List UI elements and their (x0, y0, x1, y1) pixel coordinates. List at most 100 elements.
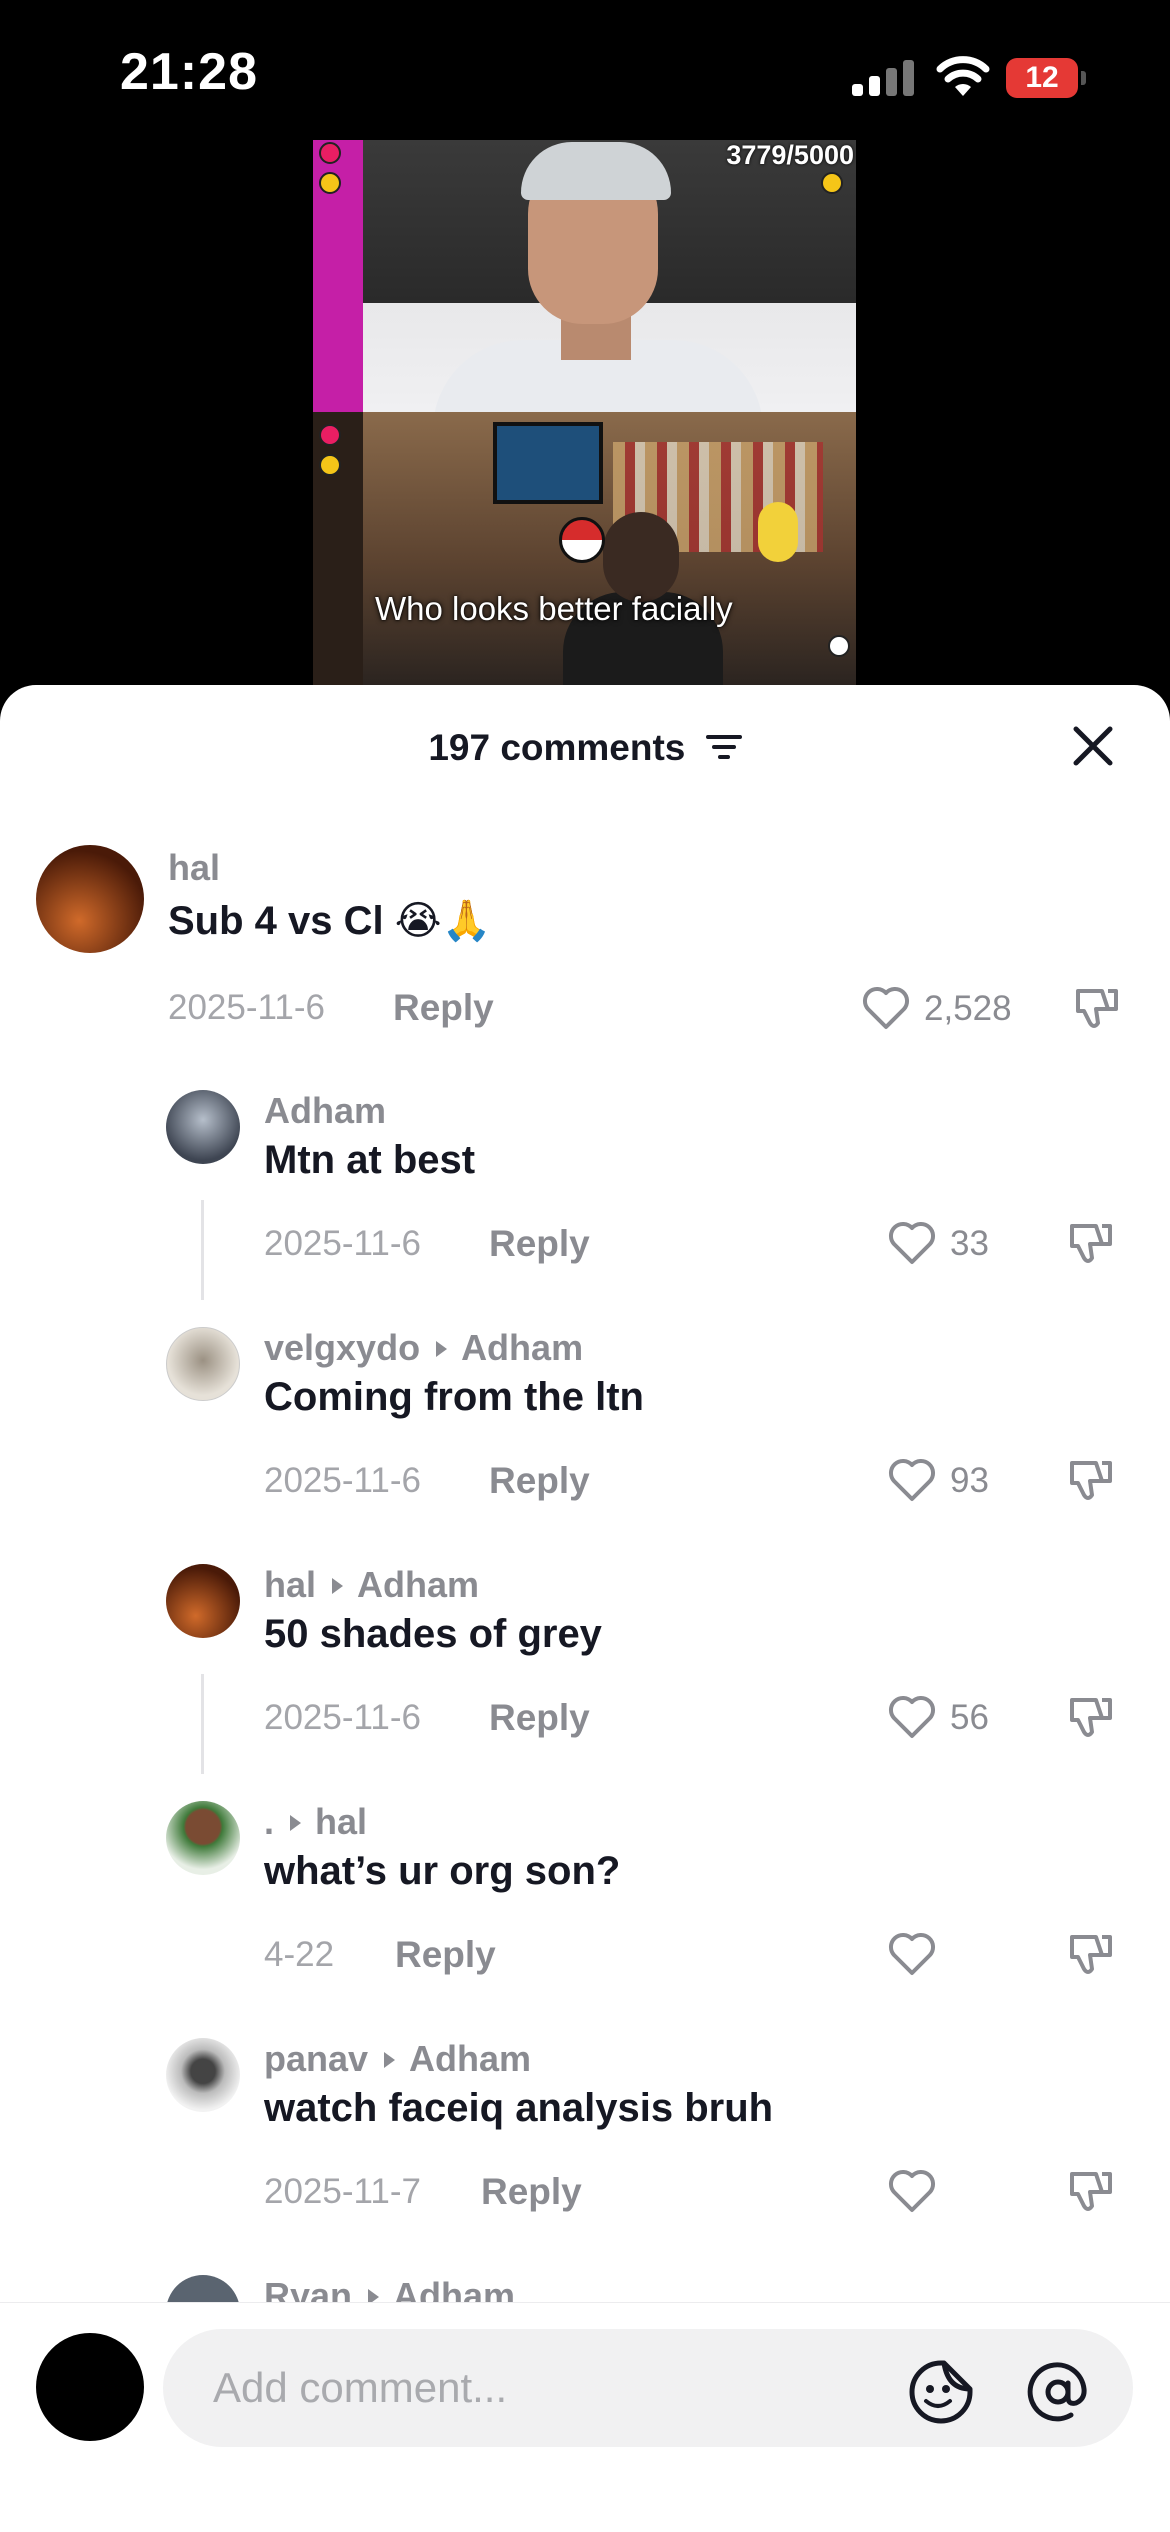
close-icon[interactable] (1068, 721, 1118, 771)
avatar[interactable] (166, 2038, 240, 2112)
sticker-icon[interactable] (908, 2359, 974, 2425)
heart-icon (888, 1221, 936, 1264)
vote-counter: 3779/5000 (726, 140, 854, 170)
vote-badge-icon (319, 172, 341, 194)
sheet-header: 197 comments (0, 685, 1170, 805)
reply-button[interactable]: Reply (489, 1697, 590, 1739)
comment-emoji: 😭🙏 (394, 898, 492, 944)
like-count: 33 (950, 1224, 989, 1263)
reply-author[interactable]: panav (264, 2038, 368, 2079)
heart-icon (862, 986, 910, 1029)
comment-username[interactable]: velgxydo Adham (264, 1327, 583, 1369)
like-button[interactable]: 56 (886, 1692, 1026, 1742)
reply-author[interactable]: Ryan (264, 2275, 352, 2302)
reply-button[interactable]: Reply (481, 2171, 582, 2213)
thread-line (201, 1674, 204, 1774)
reply-target[interactable]: Adham (409, 2038, 531, 2079)
reply-author[interactable]: . (264, 1801, 274, 1842)
avatar[interactable] (166, 2275, 240, 2302)
reply-target[interactable]: Adham (357, 1564, 479, 1605)
reply-target[interactable]: hal (315, 1801, 367, 1842)
thumbs-down-icon[interactable] (1066, 2166, 1118, 2218)
comments-sheet: 197 comments hal Sub 4 vs Cl 😭🙏 2025-11-… (0, 685, 1170, 2532)
comment-text: watch faceiq analysis bruh (264, 2086, 774, 2130)
video-player[interactable]: 3779/5000 Who looks better facially (313, 140, 856, 685)
comment-input[interactable] (213, 2329, 913, 2447)
reply-arrow-icon (436, 1340, 448, 1357)
filter-icon[interactable] (705, 733, 742, 761)
reply-target[interactable]: Adham (393, 2275, 515, 2302)
comment-username[interactable]: Adham (264, 1090, 386, 1132)
avatar[interactable] (166, 1327, 240, 1401)
comment-item[interactable]: panav Adham watch faceiq analysis bruh 20… (0, 2038, 1170, 2238)
like-button[interactable] (886, 2166, 946, 2216)
heart-icon (888, 1695, 936, 1738)
reply-author[interactable]: hal (264, 1564, 316, 1605)
comment-item[interactable]: hal Adham 50 shades of grey 2025-11-6 Rep… (0, 1564, 1170, 1764)
comment-username[interactable]: Ryan Adham (264, 2275, 515, 2302)
avatar[interactable] (166, 1090, 240, 1164)
comment-item[interactable]: Ryan Adham (0, 2275, 1170, 2302)
comment-text: Sub 4 vs Cl 😭🙏 (168, 897, 491, 944)
comment-username[interactable]: panav Adham (264, 2038, 531, 2080)
comment-date: 2025-11-6 (264, 1461, 421, 1500)
comment-item[interactable]: Adham Mtn at best 2025-11-6 Reply 33 (0, 1090, 1170, 1290)
comment-date: 2025-11-7 (264, 2172, 421, 2211)
video-caption: Who looks better facially (375, 590, 733, 627)
comment-item[interactable]: velgxydo Adham Coming from the ltn 2025-1… (0, 1327, 1170, 1527)
thumbs-down-icon[interactable] (1066, 1218, 1118, 1270)
comment-date: 2025-11-6 (264, 1224, 421, 1263)
at-icon[interactable] (1025, 2359, 1091, 2425)
status-bar: 21:28 12 (0, 0, 1170, 140)
avatar[interactable] (166, 1564, 240, 1638)
vote-badge-icon (319, 424, 341, 446)
comment-username[interactable]: hal (168, 847, 220, 889)
reply-target[interactable]: Adham (461, 1327, 583, 1368)
comment-date: 2025-11-6 (168, 988, 325, 1027)
like-button[interactable]: 33 (886, 1218, 1026, 1268)
thumbs-down-icon[interactable] (1066, 1455, 1118, 1507)
like-button[interactable] (886, 1929, 946, 1979)
comment-input-container[interactable] (163, 2329, 1133, 2447)
sticker-icon (828, 635, 850, 657)
battery-icon: 12 (1006, 58, 1086, 98)
reply-button[interactable]: Reply (395, 1934, 496, 1976)
reply-button[interactable]: Reply (489, 1223, 590, 1265)
comments-count-title[interactable]: 197 comments (0, 727, 1170, 769)
reply-arrow-icon (384, 2051, 396, 2068)
like-count: 93 (950, 1461, 989, 1500)
battery-level: 12 (1006, 58, 1078, 98)
comment-username[interactable]: hal Adham (264, 1564, 479, 1606)
thumbs-down-icon[interactable] (1072, 983, 1124, 1035)
thumbs-down-icon[interactable] (1066, 1692, 1118, 1744)
video-bottom-frame (313, 412, 856, 685)
vote-badge-icon (319, 142, 341, 164)
reply-button[interactable]: Reply (393, 987, 494, 1029)
comment-date: 2025-11-6 (264, 1698, 421, 1737)
comments-count-label: 197 comments (428, 727, 686, 768)
status-time: 21:28 (120, 43, 258, 101)
like-count: 2,528 (924, 989, 1012, 1028)
reply-arrow-icon (332, 1577, 344, 1594)
avatar[interactable] (166, 1801, 240, 1875)
comment-item[interactable]: hal Sub 4 vs Cl 😭🙏 2025-11-6 Reply 2,528 (0, 845, 1170, 1045)
comment-text: what’s ur org son? (264, 1849, 621, 1893)
heart-icon (888, 2169, 936, 2212)
comment-username[interactable]: . hal (264, 1801, 367, 1843)
vote-badge-icon (821, 172, 843, 194)
my-avatar[interactable] (36, 2333, 144, 2441)
reply-arrow-icon (368, 2288, 380, 2302)
cellular-signal-icon (852, 60, 914, 96)
comment-input-bar (0, 2302, 1170, 2532)
comment-text: Mtn at best (264, 1138, 476, 1182)
reply-author[interactable]: velgxydo (264, 1327, 420, 1368)
wifi-icon (936, 56, 990, 96)
comment-item[interactable]: . hal what’s ur org son? 4-22 Reply (0, 1801, 1170, 2001)
thumbs-down-icon[interactable] (1066, 1929, 1118, 1981)
like-button[interactable]: 93 (886, 1455, 1026, 1505)
reply-button[interactable]: Reply (489, 1460, 590, 1502)
avatar[interactable] (36, 845, 144, 953)
comment-text: 50 shades of grey (264, 1612, 602, 1656)
reply-arrow-icon (290, 1814, 302, 1831)
like-button[interactable]: 2,528 (860, 983, 1040, 1033)
